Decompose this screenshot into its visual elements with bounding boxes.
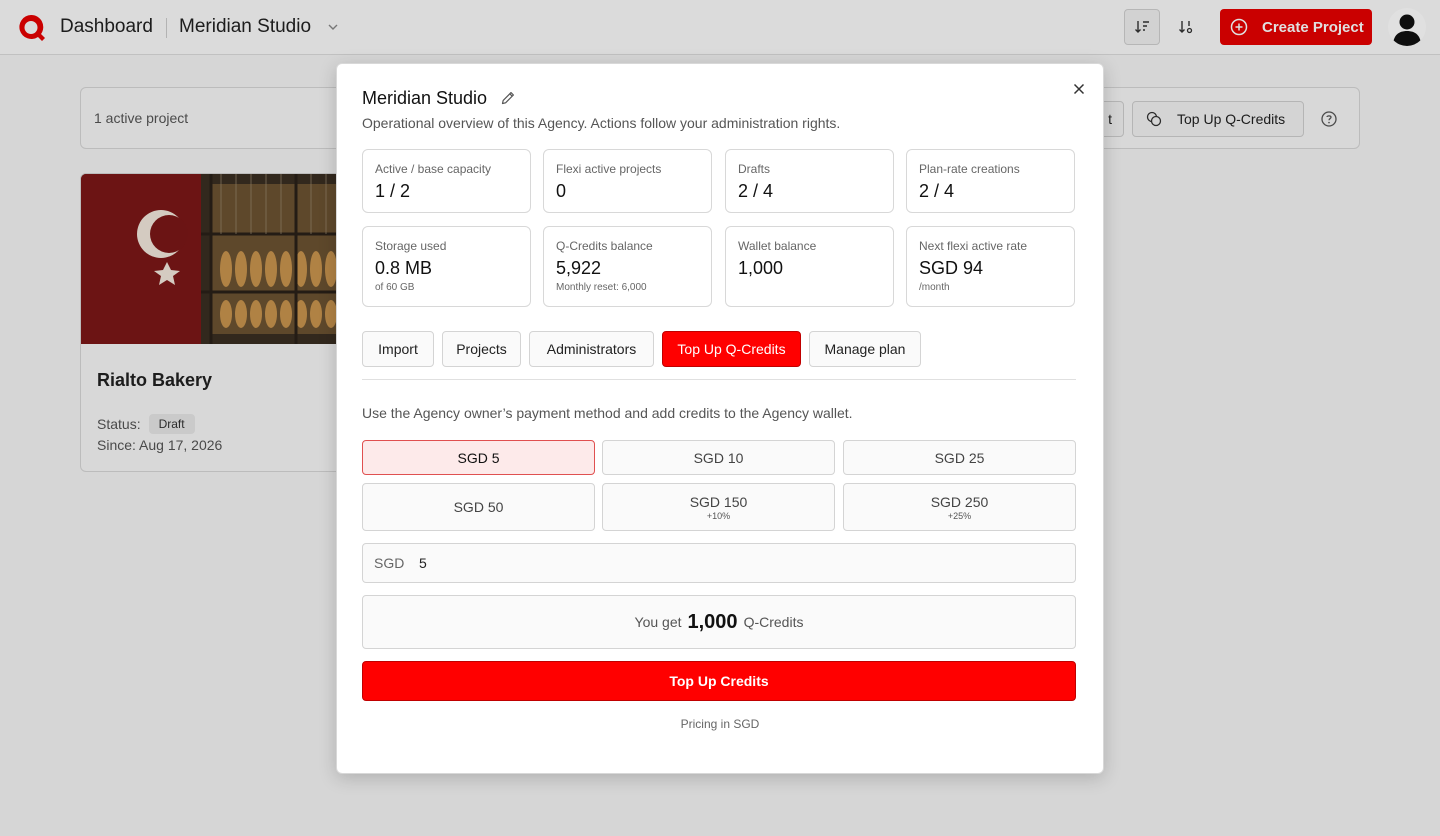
- stat-plan-rate-creations: Plan-rate creations 2 / 4: [906, 149, 1075, 213]
- stat-storage-used: Storage used 0.8 MB of 60 GB: [362, 226, 531, 307]
- custom-amount-field[interactable]: SGD: [362, 543, 1076, 583]
- stat-next-flexi-active-rate: Next flexi active rate SGD 94 /month: [906, 226, 1075, 307]
- amount-option-sgd-250[interactable]: SGD 250 +25%: [843, 483, 1076, 531]
- pencil-icon[interactable]: [500, 90, 516, 106]
- tab-divider: [362, 379, 1076, 380]
- stat-label: Q-Credits balance: [556, 239, 653, 253]
- stat-value: 0.8 MB: [375, 258, 433, 278]
- amount-option-label: SGD 5: [457, 449, 500, 466]
- amount-option-label: SGD 10: [693, 449, 744, 466]
- tab-import[interactable]: Import: [362, 331, 434, 367]
- stat-flexi-active-projects: Flexi active projects 0: [543, 149, 712, 213]
- amount-input[interactable]: [419, 555, 1019, 571]
- amount-option-label: SGD 150: [689, 493, 748, 510]
- stat-value: SGD 94: [919, 258, 984, 278]
- result-suffix: Q-Credits: [743, 614, 804, 630]
- stat-label: Plan-rate creations: [919, 162, 1020, 176]
- amount-bonus-badge: +10%: [706, 510, 731, 521]
- stat-drafts: Drafts 2 / 4: [725, 149, 894, 213]
- stat-value: 1 / 2: [375, 181, 411, 201]
- tab-administrators[interactable]: Administrators: [529, 331, 654, 367]
- close-icon[interactable]: [1071, 81, 1087, 97]
- agency-subtitle: Operational overview of this Agency. Act…: [362, 115, 841, 131]
- stat-value: 2 / 4: [919, 181, 955, 201]
- stat-label: Next flexi active rate: [919, 239, 1028, 253]
- amount-option-sgd-5[interactable]: SGD 5: [362, 440, 595, 475]
- stat-label: Drafts: [738, 162, 771, 176]
- tab-projects[interactable]: Projects: [442, 331, 521, 367]
- payment-method-note: Use the Agency owner’s payment method an…: [362, 405, 853, 421]
- stat-active-base-capacity: Active / base capacity 1 / 2: [362, 149, 531, 213]
- stat-note: /month: [919, 282, 950, 293]
- currency-prefix: SGD: [374, 555, 405, 571]
- stat-note: of 60 GB: [375, 282, 415, 293]
- amount-option-label: SGD 50: [453, 499, 504, 515]
- stat-qcredits-balance: Q-Credits balance 5,922 Monthly reset: 6…: [543, 226, 712, 307]
- amount-option-sgd-25[interactable]: SGD 25: [843, 440, 1076, 475]
- stat-value: 1,000: [738, 258, 784, 278]
- credits-result-box: You get 1,000 Q-Credits: [362, 595, 1076, 649]
- amount-option-label: SGD 250: [930, 493, 989, 510]
- stat-label: Wallet balance: [738, 239, 817, 253]
- result-credits-amount: 1,000: [687, 610, 738, 633]
- amount-bonus-badge: +25%: [947, 510, 972, 521]
- pricing-note: Pricing in SGD: [680, 717, 760, 731]
- result-prefix: You get: [634, 614, 682, 630]
- tab-manage-plan[interactable]: Manage plan: [809, 331, 921, 367]
- tab-topup-qcredits[interactable]: Top Up Q-Credits: [662, 331, 801, 367]
- agency-name-title: Meridian Studio: [362, 88, 488, 108]
- amount-option-label: SGD 25: [934, 449, 985, 466]
- stat-label: Active / base capacity: [375, 162, 492, 176]
- amount-option-sgd-50[interactable]: SGD 50: [362, 483, 595, 531]
- agency-overview-dialog: Meridian Studio Operational overview of …: [336, 63, 1104, 774]
- amount-option-sgd-150[interactable]: SGD 150 +10%: [602, 483, 835, 531]
- topup-credits-button[interactable]: Top Up Credits: [362, 661, 1076, 701]
- stat-value: 5,922: [556, 258, 602, 278]
- amount-option-sgd-10[interactable]: SGD 10: [602, 440, 835, 475]
- stat-value: 2 / 4: [738, 181, 774, 201]
- stat-label: Flexi active projects: [556, 162, 662, 176]
- stat-label: Storage used: [375, 239, 447, 253]
- stat-note: Monthly reset: 6,000: [556, 282, 647, 293]
- stat-wallet-balance: Wallet balance 1,000: [725, 226, 894, 307]
- stat-value: 0: [556, 181, 567, 201]
